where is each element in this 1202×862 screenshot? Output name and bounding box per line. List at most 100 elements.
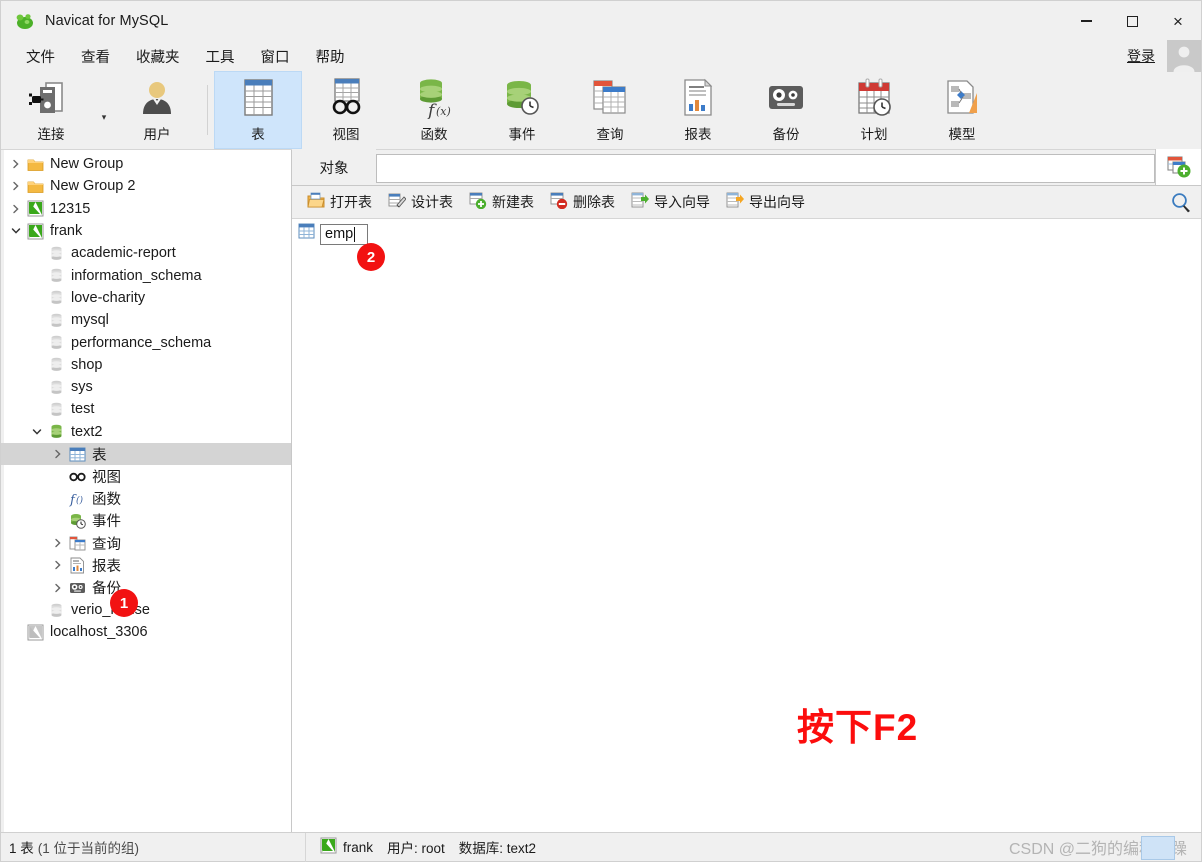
tree-item--[interactable]: 查询 (1, 532, 291, 554)
tree-item--[interactable]: 备份 (1, 577, 291, 599)
login-link[interactable]: 登录 (1127, 46, 1159, 66)
user-icon (134, 77, 180, 119)
menu-tools[interactable]: 工具 (193, 43, 248, 70)
function-fx-icon: f (x) (411, 77, 457, 119)
title-bar-left: Navicat for MySQL (1, 11, 168, 31)
tree-item-love-charity[interactable]: love-charity (1, 287, 291, 309)
minimize-button[interactable] (1063, 1, 1109, 41)
tab-path-input[interactable] (376, 154, 1155, 183)
tree-item-label: New Group 2 (50, 178, 136, 195)
text-cursor-icon (354, 226, 356, 242)
tree-item-information_schema[interactable]: information_schema (1, 264, 291, 286)
menu-file[interactable]: 文件 (13, 43, 68, 70)
chevron-right-icon[interactable] (7, 204, 24, 214)
tree-item--[interactable]: 报表 (1, 554, 291, 576)
tree-item-test[interactable]: test (1, 398, 291, 420)
connection-icon (24, 223, 46, 240)
toolbar-button-report[interactable]: 报表 (654, 71, 742, 149)
status-connection: frank 用户: root 数据库: text2 (306, 837, 536, 857)
annotation-badge-2: 2 (357, 243, 385, 271)
tree-item-label: New Group (50, 156, 124, 173)
toolbar-button-model[interactable]: 模型 (918, 71, 1006, 149)
tree-item-new-group[interactable]: New Group (1, 153, 291, 175)
menu-favorites[interactable]: 收藏夹 (123, 43, 193, 70)
delete-table-button[interactable]: 删除表 (543, 189, 622, 216)
toolbar-button-schedule[interactable]: 计划 (830, 71, 918, 149)
tree-item-12315[interactable]: 12315 (1, 198, 291, 220)
delete-table-label: 删除表 (573, 194, 615, 210)
database-open-icon (45, 423, 67, 440)
tree-item-new-group-2[interactable]: New Group 2 (1, 175, 291, 197)
menu-view[interactable]: 查看 (68, 43, 123, 70)
tree-item-mysql[interactable]: mysql (1, 309, 291, 331)
view-glasses-icon (66, 468, 88, 485)
toolbar-label-backup: 备份 (772, 127, 800, 142)
export-wizard-button[interactable]: 导出向导 (719, 189, 812, 216)
toolbar-button-query[interactable]: 查询 (566, 71, 654, 149)
chevron-right-icon[interactable] (49, 560, 66, 570)
database-icon (45, 245, 67, 262)
connection-tree-sidebar[interactable]: New Group New Group 2 12315 frank academic-r… (1, 150, 292, 832)
close-button[interactable]: × (1155, 1, 1201, 41)
toolbar-button-connection[interactable]: 连接 (7, 71, 95, 149)
add-tab-icon[interactable] (1155, 149, 1201, 185)
tree-item-label: sys (71, 379, 93, 396)
import-wizard-button[interactable]: 导入向导 (624, 189, 717, 216)
svg-text:(): () (76, 495, 84, 506)
toolbar-button-function[interactable]: f (x) 函数 (390, 71, 478, 149)
menu-help[interactable]: 帮助 (303, 43, 358, 70)
chevron-right-icon[interactable] (49, 449, 66, 459)
user-avatar-icon[interactable] (1167, 40, 1201, 72)
object-list-item-emp[interactable]: emp (292, 222, 1201, 246)
window-controls: × (1063, 1, 1201, 41)
object-list[interactable]: emp 2 按下F2 (292, 219, 1201, 832)
close-icon: × (1173, 11, 1183, 31)
tree-item-localhost_3306[interactable]: localhost_3306 (1, 621, 291, 643)
toolbar-button-table[interactable]: 表 (214, 71, 302, 149)
database-icon (45, 312, 67, 329)
report-icon (675, 77, 721, 119)
tree-item-frank[interactable]: frank (1, 220, 291, 242)
toolbar-button-user[interactable]: 用户 (113, 71, 201, 149)
tree-item-verio_house[interactable]: verio_house (1, 599, 291, 621)
chevron-right-icon[interactable] (49, 538, 66, 548)
toolbar-button-event[interactable]: 事件 (478, 71, 566, 149)
open-table-button[interactable]: 打开表 (300, 189, 379, 216)
tree-item-performance_schema[interactable]: performance_schema (1, 331, 291, 353)
chevron-right-icon[interactable] (49, 583, 66, 593)
toolbar-label-user: 用户 (143, 127, 171, 142)
toolbar-label-model: 模型 (948, 127, 976, 142)
object-pane: 对象 打开表 设计表 新建表 删除表 导入向导 导出向导 emp 2 按下F2 (292, 149, 1201, 832)
tree-item--[interactable]: 表 (1, 442, 291, 466)
tree-item--[interactable]: 视图 (1, 465, 291, 487)
rename-table-input[interactable]: emp (320, 223, 368, 245)
tree-item-shop[interactable]: shop (1, 354, 291, 376)
toolbar-button-backup[interactable]: 备份 (742, 71, 830, 149)
tree-item-label: frank (50, 223, 83, 240)
chevron-down-icon[interactable] (7, 226, 24, 236)
tree-item--[interactable]: f() 函数 (1, 487, 291, 509)
tree-item-sys[interactable]: sys (1, 376, 291, 398)
tree-item-label: mysql (71, 312, 109, 329)
event-clock-icon (66, 512, 88, 530)
chevron-right-icon[interactable] (7, 159, 24, 169)
toolbar-button-view[interactable]: 视图 (302, 71, 390, 149)
tree-item-text2[interactable]: text2 (1, 421, 291, 443)
connection-dropdown-caret-icon[interactable]: ▾ (95, 71, 113, 149)
chevron-down-icon[interactable] (28, 427, 45, 437)
status-count-strong: 1 表 (9, 841, 34, 856)
tree-item--[interactable]: 事件 (1, 510, 291, 532)
maximize-button[interactable] (1109, 1, 1155, 41)
tab-objects[interactable]: 对象 (292, 149, 376, 185)
chevron-right-icon[interactable] (7, 181, 24, 191)
tree-item-label: 报表 (92, 558, 121, 575)
annotation-press-f2: 按下F2 (797, 707, 919, 748)
search-icon[interactable] (1161, 191, 1201, 213)
design-table-label: 设计表 (411, 194, 453, 210)
tree-item-label: 事件 (92, 514, 121, 531)
new-table-button[interactable]: 新建表 (462, 189, 541, 216)
toolbar-label-connection: 连接 (37, 127, 65, 142)
menu-window[interactable]: 窗口 (248, 43, 303, 70)
tree-item-academic-report[interactable]: academic-report (1, 242, 291, 264)
design-table-button[interactable]: 设计表 (381, 189, 460, 216)
